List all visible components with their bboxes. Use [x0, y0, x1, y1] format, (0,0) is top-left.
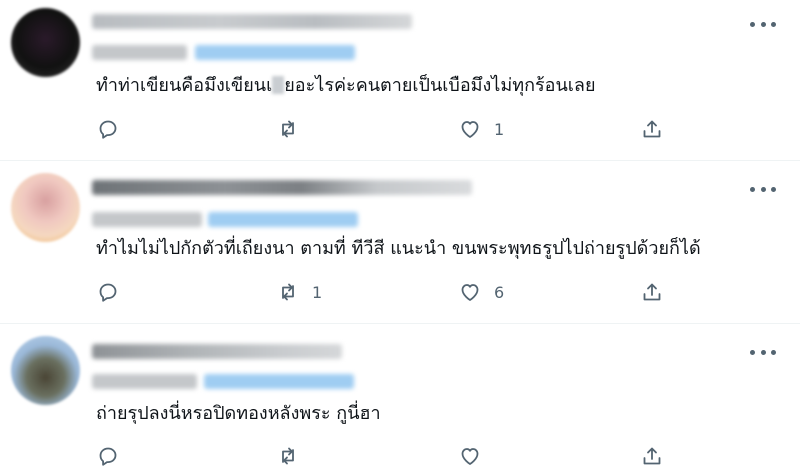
avatar[interactable]	[11, 173, 80, 242]
tweet[interactable]: ทำไมไม่ไปกักตัวที่เถียงนา ตามที่ ทีวีสี …	[0, 161, 800, 323]
tweet-text: ทำไมไม่ไปกักตัวที่เถียงนา ตามที่ ทีวีสี …	[96, 238, 701, 259]
retweet-icon	[282, 120, 294, 138]
display-name-redacted	[92, 344, 342, 359]
reply-button[interactable]	[96, 114, 132, 144]
more-icon[interactable]	[750, 17, 776, 31]
retweet-button[interactable]: 1	[276, 277, 322, 307]
reply-button[interactable]	[96, 277, 132, 307]
share-icon	[643, 120, 661, 138]
like-count: 6	[494, 282, 505, 302]
like-button[interactable]: 6	[458, 277, 504, 307]
heart-icon	[461, 121, 479, 138]
tweet[interactable]: ถ่ายรุปลงนี่หรอปิดทองหลังพระ กูนี่ฮา	[0, 324, 800, 475]
reply-icon	[99, 447, 117, 466]
reply-context-redacted	[92, 374, 197, 389]
share-icon	[643, 283, 661, 301]
reply-context-redacted	[92, 45, 187, 60]
tweet-text-part: ทำท่าเขียนคือมึงเขียนเ	[96, 75, 273, 96]
mention-link-redacted[interactable]	[195, 45, 355, 60]
reply-icon	[99, 120, 117, 139]
avatar[interactable]	[11, 8, 80, 77]
like-button[interactable]	[458, 441, 494, 471]
more-icon[interactable]	[750, 182, 776, 196]
retweet-button[interactable]	[276, 441, 312, 471]
share-button[interactable]	[640, 277, 664, 307]
reply-icon	[99, 283, 117, 302]
tweet-text: ทำท่าเขียนคือมึงเขียนเ ยอะไรค่ะคนตายเป็นเ…	[96, 74, 596, 98]
tweet-actions	[96, 441, 676, 471]
retweet-button[interactable]	[276, 114, 312, 144]
tweet-text: ถ่ายรุปลงนี่หรอปิดทองหลังพระ กูนี่ฮา	[96, 403, 381, 424]
like-button[interactable]: 1	[458, 114, 504, 144]
heart-icon	[461, 284, 479, 301]
retweet-count: 1	[312, 282, 323, 302]
retweet-icon	[282, 283, 294, 301]
display-name-redacted	[92, 14, 412, 29]
reply-button[interactable]	[96, 441, 132, 471]
reply-context-redacted	[92, 212, 202, 227]
tweet-text-part: ยอะไรค่ะคนตายเป็นเบือมึงไม่ทุกร้อนเลย	[284, 75, 596, 96]
avatar[interactable]	[11, 336, 80, 405]
like-count: 1	[494, 119, 505, 139]
heart-icon	[461, 448, 479, 465]
display-name-redacted	[92, 180, 472, 195]
tweet-actions: 1	[96, 114, 676, 144]
more-icon[interactable]	[750, 345, 776, 359]
censored-word	[272, 76, 285, 94]
share-button[interactable]	[640, 114, 664, 144]
mention-link-redacted[interactable]	[204, 374, 354, 389]
retweet-icon	[282, 447, 294, 465]
share-icon	[643, 447, 661, 465]
mention-link-redacted[interactable]	[208, 212, 358, 227]
tweet[interactable]: ทำท่าเขียนคือมึงเขียนเ ยอะไรค่ะคนตายเป็นเ…	[0, 0, 800, 160]
tweet-actions: 1 6	[96, 277, 676, 307]
share-button[interactable]	[640, 441, 664, 471]
